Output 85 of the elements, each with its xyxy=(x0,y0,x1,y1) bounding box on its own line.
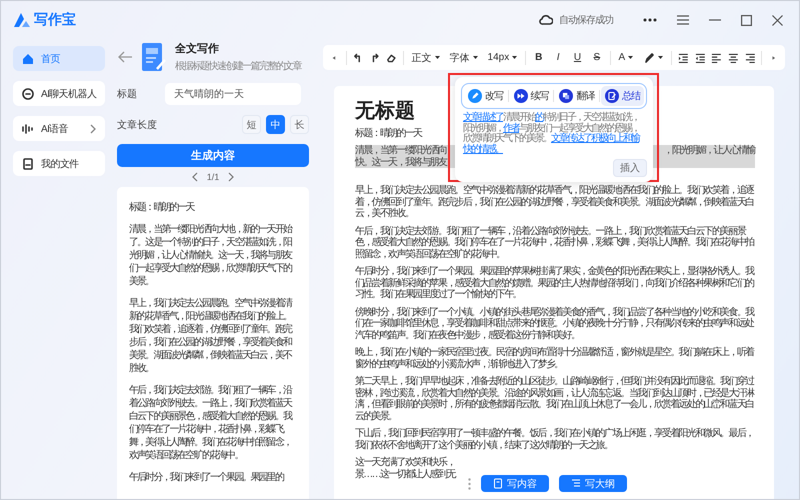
chat-bubble-icon xyxy=(21,86,35,100)
list-icon xyxy=(571,478,581,489)
document-heading-line: 标题：晴朗的一天 xyxy=(355,128,422,140)
maximize-icon[interactable] xyxy=(741,14,752,26)
document-icon xyxy=(21,156,35,170)
home-icon xyxy=(21,52,35,66)
font-dropdown[interactable]: 字体 xyxy=(448,50,480,64)
document-icon xyxy=(493,478,503,489)
ai-action-tab[interactable]: 续写 xyxy=(510,86,553,106)
selected-text: 快。这一天，我将与朋友 xyxy=(355,156,446,168)
caret-down-icon xyxy=(434,56,440,59)
fast-forward-icon xyxy=(514,89,528,103)
app-logo-text: 写作宝 xyxy=(34,11,76,29)
caret-down-icon xyxy=(512,56,518,59)
sidebar-item[interactable]: AI语音 xyxy=(13,116,105,141)
italic-button[interactable]: I xyxy=(551,52,565,63)
text-color-button[interactable]: A xyxy=(616,52,636,63)
float-button[interactable]: 写大纲 xyxy=(559,475,627,492)
close-icon[interactable] xyxy=(772,14,783,26)
length-option[interactable]: 中 xyxy=(266,115,285,134)
bold-button[interactable]: B xyxy=(532,52,546,63)
length-option[interactable]: 长 xyxy=(290,115,309,134)
sidebar-item[interactable]: 我的文件 xyxy=(13,151,105,176)
menu-icon[interactable] xyxy=(677,15,689,25)
translate-icon xyxy=(559,89,574,103)
chevron-right-icon[interactable] xyxy=(227,172,234,182)
document-pen-icon xyxy=(141,42,167,72)
caret-down-icon xyxy=(658,56,664,59)
selected-text: ，阳光明媚，让人心情愉 xyxy=(664,145,755,156)
logo-icon xyxy=(13,12,31,28)
document-paragraph: 午后时分，我们来到了一个果园。果园里的苹果树挂满了果实，金黄色的阳光洒在果实上，显得格外诱人。我们品尝着新鲜采摘的苹果，感受着大自然的馈赠。果园的主人热情地招待我们，向我们介绍各种果树和它们的习性。我们在果园里度过了一个愉快的下午。 xyxy=(355,266,755,300)
preview-paragraph: 早上，我们决定去公园晨跑。空气中弥漫着清新的花草香气，阳光温暖地洒在我们的脸上。我们欢笑着，追逐着，仿佛回到了童年。跑完步后，我们在公园的湖边野餐，享受着美食和美景。湖面波光粼粼，倒映着蓝天白云，美不胜收。 xyxy=(129,297,293,375)
generate-button[interactable]: 生成内容 xyxy=(117,144,309,167)
paragraph-style-dropdown[interactable]: 正文 xyxy=(410,50,442,64)
minimize-icon[interactable] xyxy=(709,19,721,21)
document-title: 无标题 xyxy=(355,99,415,123)
title-label: 标题 xyxy=(117,88,138,101)
tool-description: 根据标题快速创建一篇完整的文章 xyxy=(175,60,302,73)
document-paragraph: 傍晚时分，我们来到了一个小镇。小镇的街头巷尾弥漫着美食的香气，我们品尝了各种当地的小吃和美食。我们在一家咖啡馆里休息，享受着咖啡和甜点带来的惬意。小镇的夜晚十分宁静，只有偶尔传来的虫鸣声和远处汽车的鸣笛声。我们在夜色中漫步，感受着这份宁静和美好。 xyxy=(355,306,755,341)
caret-down-icon xyxy=(628,56,634,59)
ai-action-tab[interactable]: 总结 xyxy=(600,86,644,106)
indent-icon[interactable] xyxy=(678,52,689,64)
length-label: 文章长度 xyxy=(117,118,158,132)
document-paragraph: 早上，我们决定去公园晨跑。空气中弥漫着清新的花草香气，阳光温暖地洒在我们的脸上。我们欢笑着，追逐着，仿佛回到了童年。跑完步后，我们在公园的湖边野餐，享受着美食和美景。湖面波光粼粼，倒映着蓝天白云，美不胜收。 xyxy=(355,185,755,220)
title-input[interactable]: 天气晴朗的一天 xyxy=(165,83,301,105)
document-paragraph: 下山后，我们回到民宿享用了一顿丰盛的午餐。饭后，我们在小镇的广场上闲逛，享受着阳光和微风。最后，我们依依不舍地离开了这个美丽的小镇，结束了这次晴朗的一天之旅。 xyxy=(355,428,754,451)
eraser-icon[interactable] xyxy=(386,52,397,64)
chevron-right-icon xyxy=(89,124,97,134)
insert-button[interactable]: 插入 xyxy=(613,159,647,177)
document-text-line: 景……这一切都让人感到无 xyxy=(355,468,455,480)
document-paragraph: 晚上，我们在小镇的一家民宿里过夜。民宿的房间布置得十分温馨舒适，窗外就是星空。我们躺在床上，听着窗外的虫鸣声和远处的小溪流水声，渐渐地进入了梦乡。 xyxy=(355,347,755,370)
highlighter-icon[interactable] xyxy=(643,52,656,64)
drag-handle-icon[interactable] xyxy=(468,478,471,490)
float-button[interactable]: 写内容 xyxy=(481,475,549,492)
tool-title: 全文写作 xyxy=(175,42,220,56)
outdent-icon[interactable] xyxy=(694,52,706,64)
ai-action-tab[interactable]: 改写 xyxy=(464,86,507,106)
save-status: 自动保存成功 xyxy=(559,14,613,27)
chevron-left-icon[interactable] xyxy=(192,172,199,182)
document-paragraph: 午后，我们决定去郊游。我们租了一辆车，沿着公路向郊外驶去。一路上，我们欣赏着蓝天白云下的美丽景色，感受着大自然的恩赐。我们停车在了一片花海中，花香扑鼻，彩蝶飞舞，美得让人陶醉。我们在花海中拍照留念，欢声笑语回荡在空旷的花海中。 xyxy=(355,226,755,260)
summary-text: 文章描述了清晨开始的特别日子，天空湛蓝如洗，阳光明媚，作者与朋友们一起享受大自然的恩赐，欣赏晴朗天气下的美景。文章传达了积极向上和愉快的情感。 xyxy=(463,113,640,155)
length-option[interactable]: 短 xyxy=(242,115,261,134)
preview-paragraph: 标题：晴朗的一天 xyxy=(129,201,196,214)
selected-text: 清晨，当第一缕阳光洒向 xyxy=(355,145,446,156)
align-left-icon[interactable] xyxy=(711,52,722,64)
caret-down-icon xyxy=(472,56,478,59)
preview-paragraph: 午后，我们决定去郊游。我们租了一辆车，沿着公路向郊外驶去。一路上，我们欣赏着蓝天白云下的美丽景色，感受着大自然的恩赐。我们停车在了一片花海中，花香扑鼻，彩蝶飞舞，美得让人陶醉。我们在花海中拍照留念，欢声笑语回荡在空旷的花海中。 xyxy=(129,384,293,462)
preview-paragraph: 清晨，当第一缕阳光洒向大地，新的一天开始了。这是一个特别的日子，天空湛蓝如洗，阳光明媚，让人心情愉快。这一天，我将与朋友们一起享受大自然的恩赐，欣赏晴朗天气下的美景。 xyxy=(129,223,293,288)
ai-action-tab[interactable]: 翻译 xyxy=(555,86,598,106)
document-paragraph: 第二天早上，我们早早地起床，准备去附近的山区徒步。山路崎岖难行，但我们并没有因此而退缩。我们穿过密林，跨过溪流，欣赏着大自然的美景。沿途的风景如画，让人流连忘返。当我们到达山顶时，已经是大汗淋漓，但看到眼前的美景时，所有的疲惫都烟消云散。我们在山顶上休息了一会儿，欣赏着远处的山峦和蓝天白云的美景。 xyxy=(355,376,755,422)
underline-button[interactable]: U xyxy=(570,52,584,63)
align-right-icon[interactable] xyxy=(744,52,756,64)
more-icon[interactable] xyxy=(643,18,657,22)
sidebar-item[interactable]: AI聊天机器人 xyxy=(13,81,105,106)
sound-wave-icon xyxy=(21,122,35,136)
back-arrow-icon[interactable] xyxy=(117,51,133,63)
strikethrough-button[interactable]: S xyxy=(590,52,604,63)
cloud-icon xyxy=(539,14,553,26)
font-size-dropdown[interactable]: 14px xyxy=(486,52,520,63)
document-edit-icon xyxy=(604,89,619,103)
align-center-icon[interactable] xyxy=(728,52,739,64)
document-text-line: 这一天充满了欢笑和快乐， xyxy=(355,457,455,468)
page-indicator: 1/1 xyxy=(206,172,220,182)
preview-paragraph: 午后时分，我们来到了一个果园。果园里的 xyxy=(129,471,284,484)
pen-icon xyxy=(468,89,482,103)
